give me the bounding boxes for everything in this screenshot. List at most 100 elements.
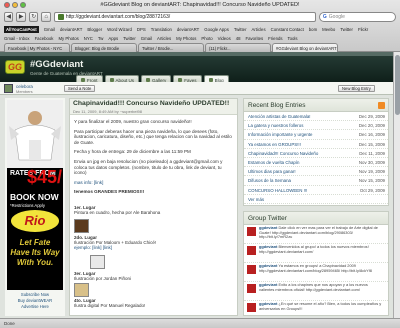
bookmark-item[interactable]: Videos	[218, 36, 231, 41]
recent-entry[interactable]: Estamos de vuelta Chapín Nov 30, 2009	[244, 158, 388, 168]
group-page: GG #GGdeviant Gente de Guatemala en devi…	[0, 56, 393, 318]
bookmark-item[interactable]: Meebo	[322, 27, 335, 32]
vertical-scrollbar[interactable]	[393, 52, 400, 318]
bookmark-item[interactable]: NYC	[84, 36, 93, 41]
recent-entry-title[interactable]: Chapinavidad!!! Concurso Navideño	[248, 151, 318, 156]
page-viewport: GG #GGdeviant Gente de Guatemala en devi…	[0, 52, 400, 318]
recent-entry-title[interactable]: Ya estamos en GROUPS!!!	[248, 142, 301, 147]
scrollbar-thumb[interactable]	[395, 55, 400, 115]
zoom-window-button[interactable]	[20, 2, 26, 8]
prizes-heading: tenemos GRANDES PREMIOS!!!	[74, 189, 145, 195]
bookmark-item[interactable]: bom	[309, 27, 317, 32]
rss-icon[interactable]	[378, 102, 385, 109]
new-blog-entry-button[interactable]: New Blog Entry	[338, 85, 375, 92]
avatar[interactable]	[4, 84, 13, 93]
bookmark-item[interactable]: Flickr	[358, 27, 368, 32]
bookmark-item[interactable]: Articles	[252, 27, 266, 32]
tweet-text: ggdeviant ¿En qué se resume el año? Bien…	[259, 302, 383, 315]
search-box[interactable]: G Google	[318, 12, 396, 22]
browser-tab[interactable]: Blogger: Blog de Brodie	[71, 43, 137, 52]
recent-entry[interactable]: Chapinavidad!!! Concurso Navideño Dec 11,…	[244, 149, 388, 158]
recent-entries-heading: Recent Blog Entries	[244, 99, 388, 112]
recent-entry-title[interactable]: Estamos de vuelta Chapín	[248, 160, 300, 165]
bookmark-item[interactable]: Twitter	[340, 27, 353, 32]
browser-tab[interactable]: #GGdeviant Blog on deviantART	[272, 43, 338, 52]
bookmark-item[interactable]: AllYouCanPost	[4, 26, 39, 33]
bookmark-item[interactable]: 48	[236, 36, 241, 41]
bookmark-item[interactable]: Twitter	[123, 36, 136, 41]
bookmark-item[interactable]: Tools	[288, 36, 298, 41]
bookmark-item[interactable]: Word Wizard	[107, 27, 132, 32]
tweet-body: Dale click en ver mas para ver el trabaj…	[259, 226, 378, 240]
status-bar: Done	[0, 318, 400, 328]
bookmark-item[interactable]: Constant Contact	[271, 27, 304, 32]
bookmark-item[interactable]: Facebook	[35, 36, 54, 41]
post-body: Y para finalizar el 2009, nuestro gran c…	[74, 119, 235, 199]
recent-entries-title: Recent Blog Entries	[248, 102, 306, 109]
prize-thumbnail[interactable]	[74, 283, 89, 297]
bookmark-item[interactable]: Tw	[98, 36, 104, 41]
send-note-button[interactable]: Send a Note	[64, 85, 96, 92]
prize-example-links[interactable]: ejemplo: [link] [link]	[74, 245, 156, 250]
recent-entry[interactable]: Información importante y urgente Dec 16, …	[244, 130, 388, 140]
tweet-avatar[interactable]	[247, 284, 256, 293]
recent-entry[interactable]: Difusos de la Semana Nov 15, 2009	[244, 176, 388, 186]
prize-thumbnail[interactable]	[74, 219, 89, 233]
bookmark-item[interactable]: Friends	[268, 36, 282, 41]
browser-tab[interactable]: Facebook | My Photos - NYC	[4, 43, 70, 52]
more-info-link[interactable]: mas info: [link]	[74, 180, 235, 186]
bookmark-item[interactable]: Gmail	[44, 27, 55, 32]
bookmark-item[interactable]: Blogger	[87, 27, 102, 32]
bookmark-item[interactable]: Twitter	[234, 27, 247, 32]
reload-button[interactable]: ↻	[28, 12, 39, 22]
recent-entry[interactable]: Ultimos dias para ganar! Nov 19, 2009	[244, 167, 388, 177]
bookmark-item[interactable]: deviantART	[60, 27, 82, 32]
group-title[interactable]: #GGdeviant	[30, 59, 83, 70]
bookmark-item[interactable]: Articles	[157, 36, 171, 41]
status-text: Done	[4, 321, 15, 326]
group-logo[interactable]: GG	[5, 60, 25, 74]
recent-entry-title[interactable]: Ver más	[248, 197, 264, 202]
bookmark-item[interactable]: deviantART	[177, 27, 199, 32]
ad-book-now[interactable]: BOOK NOW	[10, 192, 59, 202]
forward-button[interactable]: ▶	[16, 12, 26, 22]
recent-entry-title[interactable]: Información importante y urgente	[248, 132, 312, 137]
tweet-avatar[interactable]	[247, 303, 256, 312]
hotel-advertisement[interactable]: RATES FROM $45/n BOOK NOW *Restrictions …	[7, 100, 63, 290]
address-bar[interactable]: http://ggdeviant.deviantart.com/blog/288…	[53, 12, 316, 22]
bookmark-item[interactable]: Favorites	[246, 36, 264, 41]
recent-entry-title[interactable]: Ultimos dias para ganar!	[248, 169, 296, 174]
recent-entry[interactable]: La gatera y nuestros folleros Dec 20, 200…	[244, 121, 388, 131]
home-button[interactable]: ⌂	[41, 12, 51, 22]
recent-entry-title[interactable]: Atención artistas de Guatemala!	[248, 114, 310, 119]
bookmark-item[interactable]: DPS	[137, 27, 146, 32]
browser-tab[interactable]: Twitter / Brodie...	[138, 43, 204, 52]
bookmark-item[interactable]: Photo	[201, 36, 212, 41]
recent-entry-title[interactable]: La gatera y nuestros folleros	[248, 123, 303, 128]
bookmark-item[interactable]: Gmail	[141, 36, 152, 41]
recent-entry-title[interactable]: Difusos de la Semana	[248, 178, 291, 183]
ad-photo	[7, 100, 63, 168]
post-paragraph: Fecha y hora de entrega: 29 de diciembre…	[74, 149, 191, 155]
tweet-avatar[interactable]	[247, 265, 256, 274]
back-button[interactable]: ◀	[4, 12, 14, 22]
minimize-window-button[interactable]	[12, 2, 18, 8]
advertise-here-link[interactable]: Advertise Here	[7, 304, 63, 310]
bookmark-item[interactable]: Gmail - Inbox	[4, 36, 30, 41]
recent-entry-title[interactable]: CONCURSO HALLOWEEN !!!	[248, 188, 307, 193]
recent-entry[interactable]: Ya estamos en GROUPS!!! Dec 15, 2009	[244, 140, 388, 149]
browser-tab[interactable]: (11) Flickr...	[205, 43, 271, 52]
recent-entry[interactable]: Ver más	[244, 195, 388, 204]
prize-thumbnail[interactable]	[90, 255, 105, 269]
bookmark-item[interactable]: Apps	[108, 36, 118, 41]
tweet-avatar[interactable]	[247, 246, 256, 255]
bookmark-item[interactable]: My Photos	[58, 36, 78, 41]
recent-entry[interactable]: Atención artistas de Guatemala! Dec 29, 2…	[244, 112, 388, 122]
post-title[interactable]: Chapinavidad!!! Concurso Navideño UPDATE…	[73, 100, 229, 107]
close-window-button[interactable]	[4, 2, 10, 8]
tweet-avatar[interactable]	[247, 227, 256, 236]
recent-entry[interactable]: CONCURSO HALLOWEEN !!! Oct 29, 2009	[244, 186, 388, 195]
bookmark-item[interactable]: Google Apps	[204, 27, 229, 32]
bookmark-item[interactable]: Translation	[151, 27, 172, 32]
bookmark-item[interactable]: My Photos	[176, 36, 196, 41]
